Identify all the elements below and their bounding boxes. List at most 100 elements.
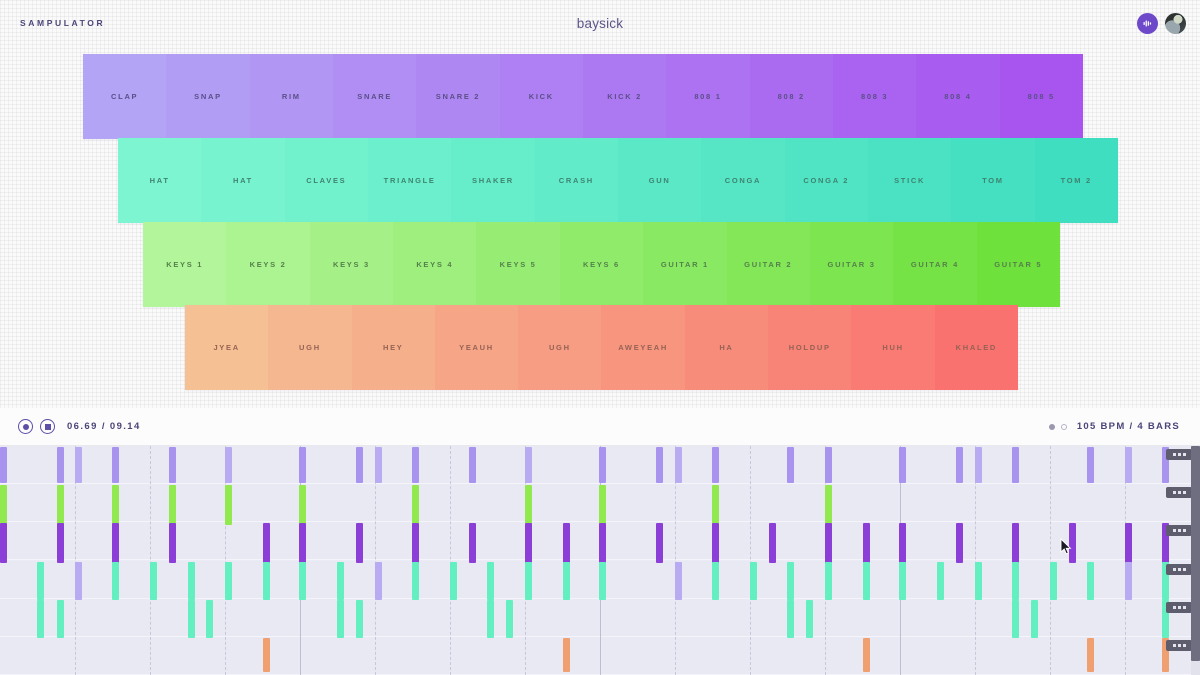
sequencer-note[interactable] bbox=[206, 599, 213, 638]
pad-percussion-row-0[interactable]: HAT bbox=[118, 138, 202, 223]
sequencer-note[interactable] bbox=[0, 485, 7, 526]
sequencer-note[interactable] bbox=[1012, 523, 1019, 564]
pad-vocal-row-9[interactable]: KHALED bbox=[934, 305, 1018, 390]
pad-melodic-row-5[interactable]: KEYS 6 bbox=[559, 222, 644, 307]
sequencer-note[interactable] bbox=[337, 599, 344, 638]
sequencer-note[interactable] bbox=[956, 523, 963, 564]
sequencer-note[interactable] bbox=[525, 485, 532, 526]
sequencer-note[interactable] bbox=[57, 523, 64, 564]
pad-drums-row-0[interactable]: CLAP bbox=[83, 54, 167, 139]
sequencer-note[interactable] bbox=[1012, 561, 1019, 600]
pad-percussion-row-1[interactable]: HAT bbox=[201, 138, 285, 223]
sequencer-note[interactable] bbox=[375, 561, 382, 600]
page-indicator-dot-1[interactable] bbox=[1048, 423, 1055, 430]
sequencer-note[interactable] bbox=[712, 523, 719, 564]
sequencer-note[interactable] bbox=[75, 561, 82, 600]
sequencer-note[interactable] bbox=[188, 561, 195, 600]
sequencer-note[interactable] bbox=[563, 561, 570, 600]
sequencer-note[interactable] bbox=[937, 561, 944, 600]
vertical-scrollbar[interactable] bbox=[1191, 446, 1200, 675]
pad-vocal-row-2[interactable]: HEY bbox=[351, 305, 435, 390]
pad-melodic-row-4[interactable]: KEYS 5 bbox=[476, 222, 560, 307]
pad-drums-row-7[interactable]: 808 1 bbox=[666, 54, 750, 139]
pad-vocal-row-5[interactable]: AWEYEAH bbox=[601, 305, 685, 390]
sequencer-note[interactable] bbox=[899, 523, 906, 564]
sequencer-note[interactable] bbox=[75, 447, 82, 483]
sequencer-note[interactable] bbox=[0, 447, 7, 483]
sequencer-note[interactable] bbox=[299, 485, 306, 526]
pad-melodic-row-3[interactable]: KEYS 4 bbox=[393, 222, 477, 307]
sequencer-note[interactable] bbox=[825, 561, 832, 600]
sequencer-note[interactable] bbox=[975, 561, 982, 600]
pad-percussion-row-7[interactable]: CONGA bbox=[701, 138, 785, 223]
pad-vocal-row-7[interactable]: HOLDUP bbox=[768, 305, 852, 390]
lane-mute-icon-5[interactable] bbox=[1166, 639, 1192, 651]
lane-mute-icon-2[interactable] bbox=[1166, 525, 1192, 537]
sequencer-note[interactable] bbox=[112, 485, 119, 526]
sequencer-note[interactable] bbox=[112, 561, 119, 600]
sequencer-note[interactable] bbox=[225, 485, 232, 526]
pad-percussion-row-11[interactable]: TOM 2 bbox=[1034, 138, 1118, 223]
sequencer-note[interactable] bbox=[487, 561, 494, 600]
sequencer-note[interactable] bbox=[656, 523, 663, 564]
sequencer-note[interactable] bbox=[975, 447, 982, 483]
sequencer-note[interactable] bbox=[1069, 523, 1076, 564]
lane-mute-icon-4[interactable] bbox=[1166, 601, 1192, 613]
pad-melodic-row-6[interactable]: GUITAR 1 bbox=[643, 222, 727, 307]
sequencer-note[interactable] bbox=[412, 485, 419, 526]
sequencer-note[interactable] bbox=[469, 523, 476, 564]
sequencer-note[interactable] bbox=[356, 523, 363, 564]
pad-drums-row-1[interactable]: SNAP bbox=[166, 54, 250, 139]
pad-vocal-row-4[interactable]: UGH bbox=[518, 305, 602, 390]
stop-button[interactable] bbox=[40, 419, 55, 434]
vertical-scrollbar-thumb[interactable] bbox=[1191, 446, 1200, 661]
sequencer-note[interactable] bbox=[599, 447, 606, 483]
sequencer-note[interactable] bbox=[450, 561, 457, 600]
sequencer-note[interactable] bbox=[563, 523, 570, 564]
sequencer-note[interactable] bbox=[469, 447, 476, 483]
lane-mute-icon-1[interactable] bbox=[1166, 487, 1192, 499]
sequencer-note[interactable] bbox=[1125, 523, 1132, 564]
pad-percussion-row-6[interactable]: GUN bbox=[617, 138, 702, 223]
pad-drums-row-11[interactable]: 808 5 bbox=[999, 54, 1083, 139]
sequencer-note[interactable] bbox=[263, 523, 270, 564]
pad-vocal-row-6[interactable]: HA bbox=[684, 305, 769, 390]
pad-percussion-row-9[interactable]: STICK bbox=[867, 138, 952, 223]
pad-drums-row-10[interactable]: 808 4 bbox=[916, 54, 1000, 139]
sequencer-note[interactable] bbox=[825, 523, 832, 564]
pad-drums-row-5[interactable]: KICK bbox=[499, 54, 583, 139]
sequencer-note[interactable] bbox=[57, 599, 64, 638]
sequencer-note[interactable] bbox=[656, 447, 663, 483]
sequencer-note[interactable] bbox=[675, 561, 682, 600]
sequencer-note[interactable] bbox=[599, 485, 606, 526]
sequencer-note[interactable] bbox=[712, 561, 719, 600]
sequencer-note[interactable] bbox=[825, 485, 832, 526]
sequencer-note[interactable] bbox=[525, 447, 532, 483]
sequencer-note[interactable] bbox=[169, 523, 176, 564]
sound-wave-icon[interactable] bbox=[1137, 13, 1158, 34]
pad-percussion-row-10[interactable]: TOM bbox=[951, 138, 1035, 223]
user-avatar[interactable] bbox=[1165, 13, 1186, 34]
sequencer-note[interactable] bbox=[787, 599, 794, 638]
pad-percussion-row-3[interactable]: TRIANGLE bbox=[367, 138, 452, 223]
sequencer-note[interactable] bbox=[525, 523, 532, 564]
sequencer-note[interactable] bbox=[675, 447, 682, 483]
record-button[interactable] bbox=[18, 419, 33, 434]
sequencer-note[interactable] bbox=[169, 485, 176, 526]
sequencer-note[interactable] bbox=[150, 561, 157, 600]
sequencer-note[interactable] bbox=[806, 599, 813, 638]
sequencer-note[interactable] bbox=[412, 447, 419, 483]
sequencer-note[interactable] bbox=[299, 561, 306, 600]
sequencer-note[interactable] bbox=[787, 447, 794, 483]
sequencer-note[interactable] bbox=[1012, 447, 1019, 483]
sequencer-note[interactable] bbox=[487, 599, 494, 638]
sequencer-note[interactable] bbox=[37, 561, 44, 600]
pad-drums-row-6[interactable]: KICK 2 bbox=[582, 54, 667, 139]
pad-melodic-row-7[interactable]: GUITAR 2 bbox=[726, 222, 810, 307]
sequencer-note[interactable] bbox=[956, 447, 963, 483]
sequencer-note[interactable] bbox=[1125, 561, 1132, 600]
sequencer-note[interactable] bbox=[899, 561, 906, 600]
pad-percussion-row-2[interactable]: CLAVES bbox=[284, 138, 368, 223]
sequencer-note[interactable] bbox=[506, 599, 513, 638]
sequencer-note[interactable] bbox=[863, 637, 870, 672]
